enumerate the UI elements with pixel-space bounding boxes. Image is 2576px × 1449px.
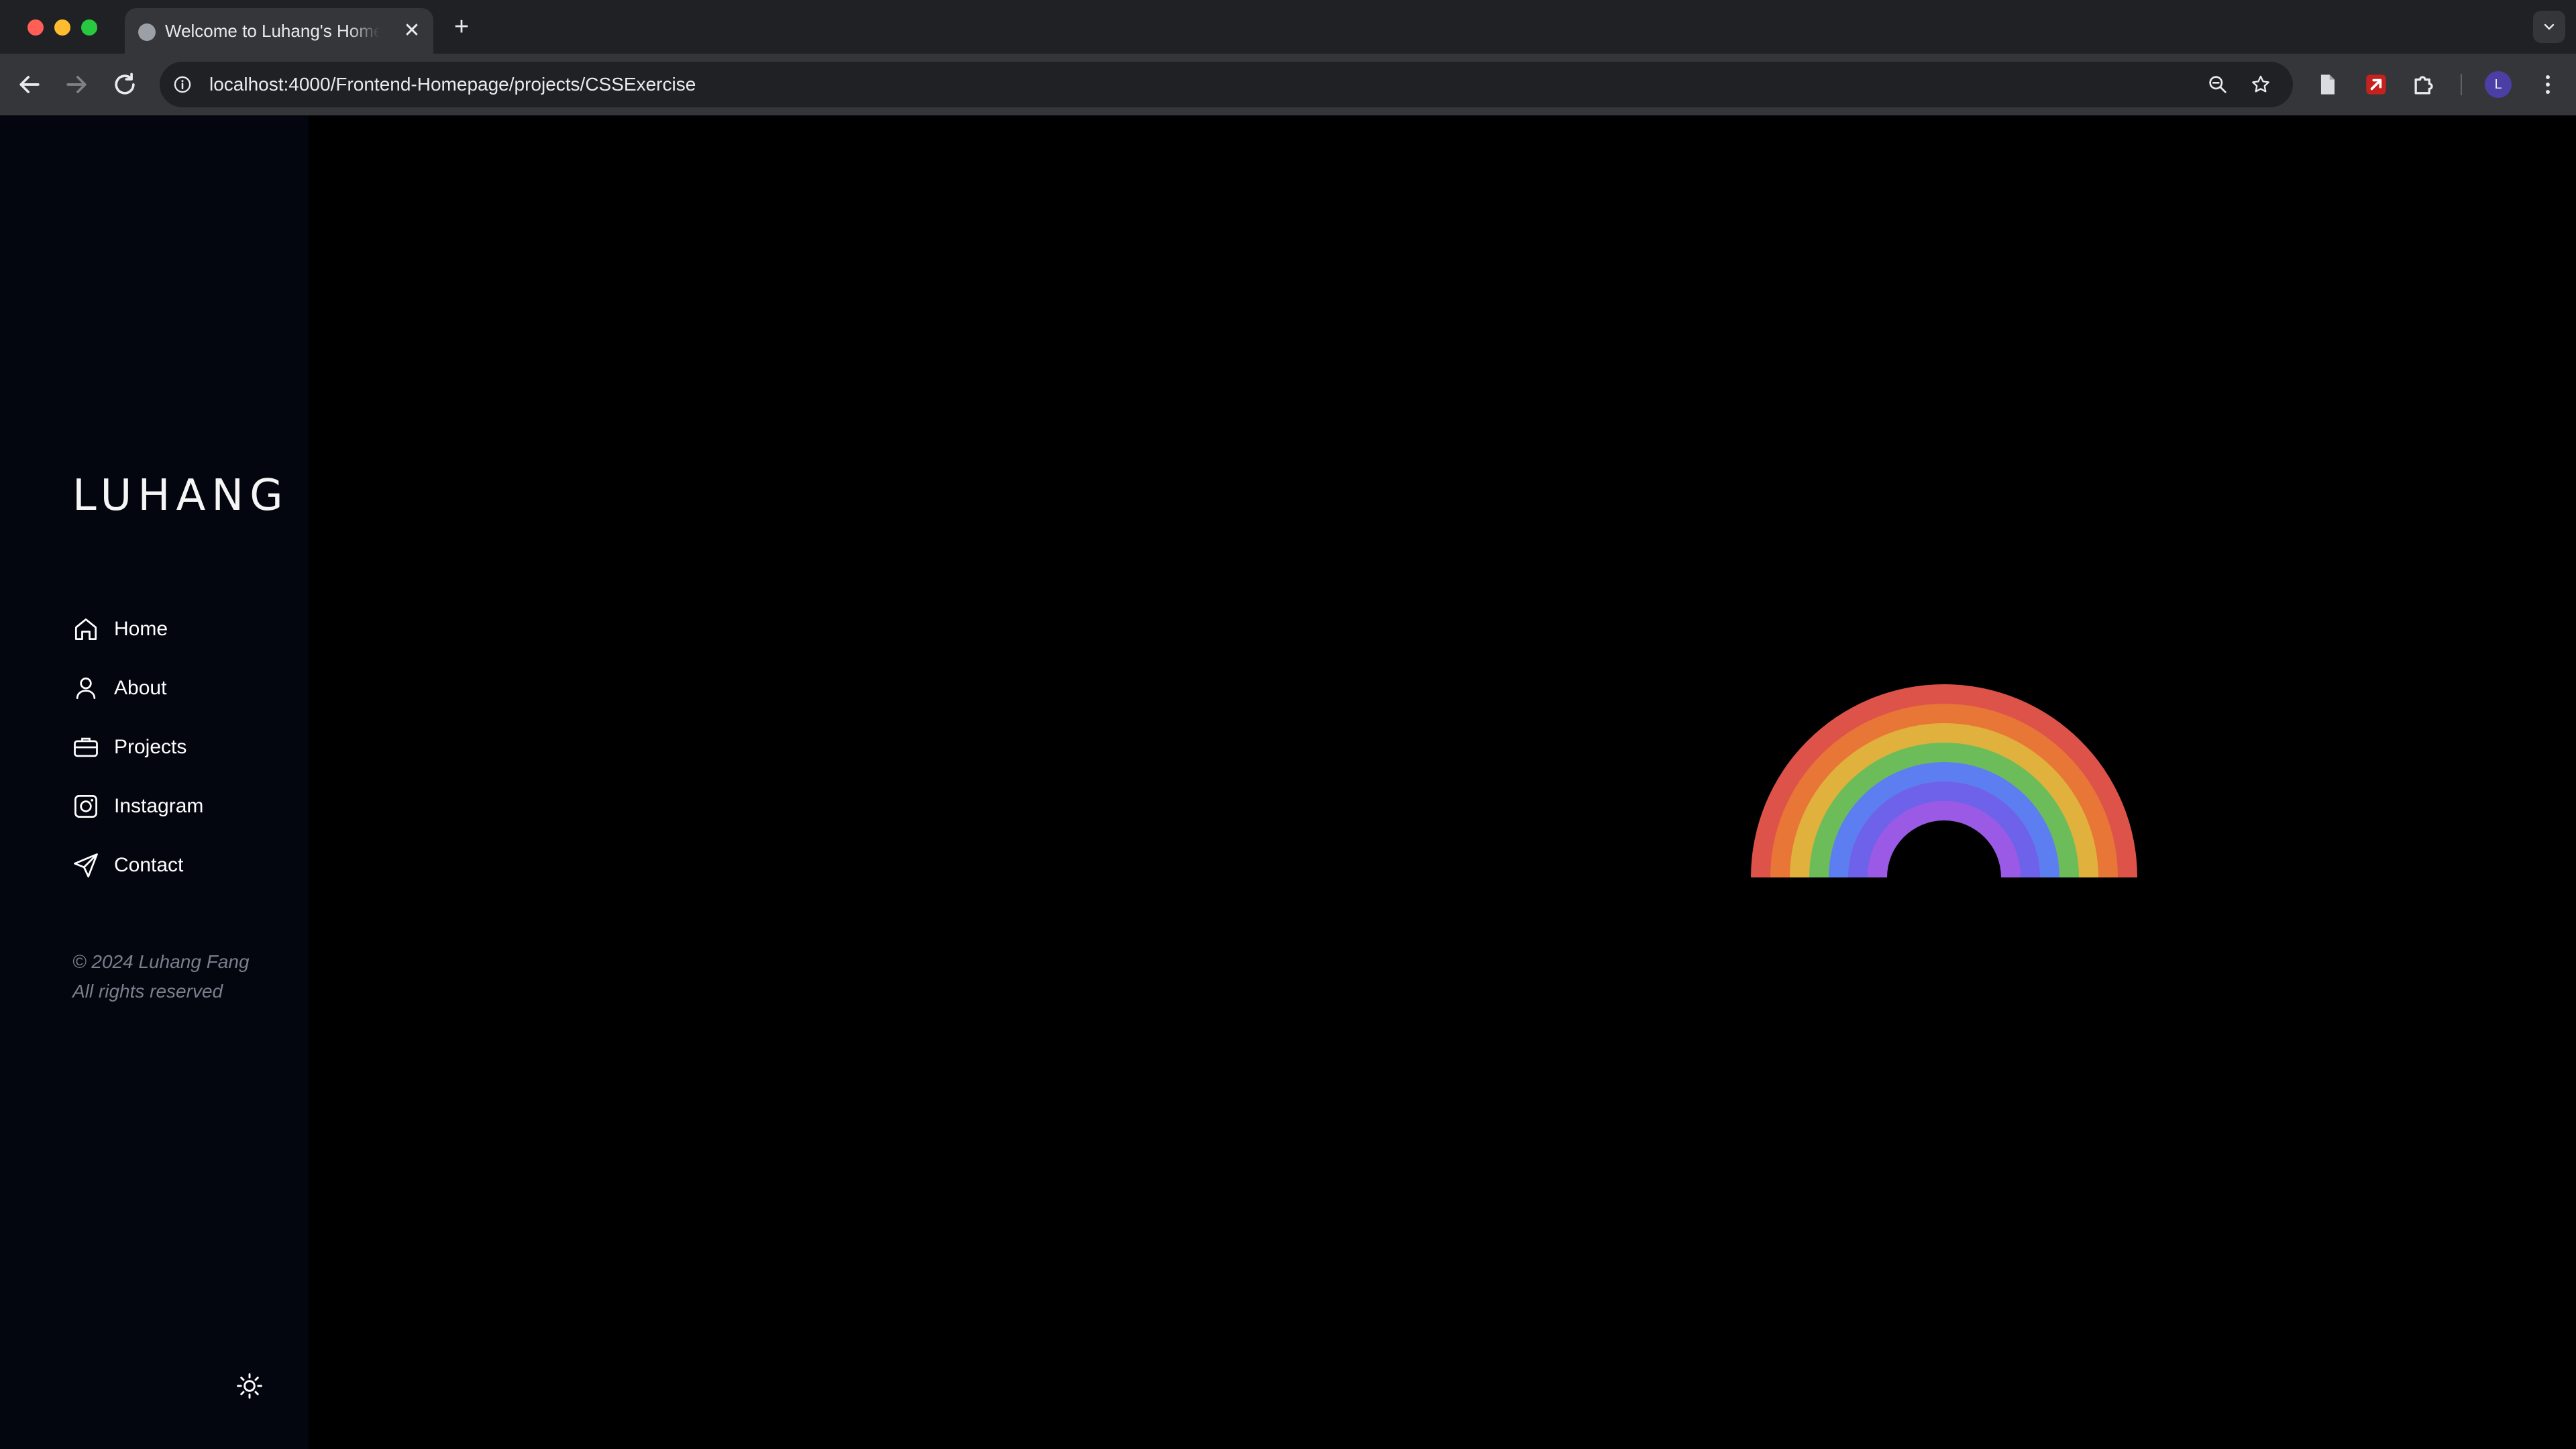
nav-item-instagram[interactable]: Instagram <box>71 777 292 836</box>
bookmark-star-icon[interactable] <box>2250 74 2271 95</box>
browser-menu-button[interactable] <box>2533 70 2563 99</box>
briefcase-icon <box>74 737 98 757</box>
more-vertical-icon <box>2546 75 2550 94</box>
zoom-icon[interactable] <box>2207 74 2229 95</box>
nav-item-home[interactable]: Home <box>71 600 292 659</box>
main-content <box>309 115 2576 1449</box>
site-logo-text[interactable]: LUHANG <box>72 471 289 521</box>
puzzle-icon <box>2414 76 2433 95</box>
extension-red-arrow-button[interactable] <box>2361 70 2391 99</box>
rainbow-graphic <box>1751 684 2137 877</box>
nav-label: Projects <box>114 736 187 758</box>
nav-label: Instagram <box>114 795 204 817</box>
red-arrow-extension-icon <box>2366 74 2386 95</box>
url-text[interactable]: localhost:4000/Frontend-Homepage/project… <box>209 62 696 107</box>
browser-tab-active[interactable]: Welcome to Luhang's Homepage ✕ <box>125 8 433 54</box>
extension-document-button[interactable] <box>2313 70 2343 99</box>
window-close-button[interactable] <box>28 19 44 36</box>
nav-item-about[interactable]: About <box>71 659 292 718</box>
profile-avatar[interactable]: L <box>2485 71 2512 98</box>
nav-item-projects[interactable]: Projects <box>71 718 292 777</box>
back-button[interactable] <box>15 70 44 99</box>
sun-icon <box>237 1373 262 1399</box>
tab-close-icon[interactable]: ✕ <box>400 19 424 43</box>
nav-label: Home <box>114 618 168 640</box>
chevron-down-icon <box>2544 23 2555 30</box>
nav-label: About <box>114 677 167 699</box>
reload-button[interactable] <box>110 70 140 99</box>
rights-line: All rights reserved <box>72 981 223 1002</box>
window-zoom-button[interactable] <box>81 19 97 36</box>
send-icon <box>74 853 98 877</box>
forward-button[interactable] <box>62 70 91 99</box>
theme-toggle-button[interactable] <box>235 1371 264 1401</box>
toolbar-divider <box>2461 74 2462 95</box>
globe-icon <box>138 23 156 41</box>
sidebar: LUHANG Home About Projects Instagram Con… <box>0 115 309 1449</box>
address-bar[interactable]: localhost:4000/Frontend-Homepage/project… <box>160 62 2293 107</box>
window-minimize-button[interactable] <box>54 19 70 36</box>
nav-item-contact[interactable]: Contact <box>71 836 292 895</box>
extensions-button[interactable] <box>2410 70 2439 99</box>
browser-tab-bar: Welcome to Luhang's Homepage ✕ + <box>0 0 2576 54</box>
copyright: © 2024 Luhang Fang All rights reserved <box>72 947 250 1006</box>
reload-icon <box>115 72 135 95</box>
user-icon <box>76 677 96 700</box>
instagram-icon <box>74 795 97 818</box>
arrow-left-icon <box>19 76 40 93</box>
page-viewport: LUHANG Home About Projects Instagram Con… <box>0 115 2576 1449</box>
document-icon <box>2320 74 2335 95</box>
sidebar-nav: Home About Projects Instagram Contact <box>71 600 292 895</box>
tab-search-button[interactable] <box>2533 11 2565 43</box>
nav-label: Contact <box>114 854 184 876</box>
arrow-right-icon <box>66 76 87 93</box>
home-icon <box>74 618 97 641</box>
new-tab-button[interactable]: + <box>448 13 475 40</box>
copyright-line: © 2024 Luhang Fang <box>72 951 250 972</box>
tab-title: Welcome to Luhang's Homepage <box>165 21 380 41</box>
browser-toolbar: localhost:4000/Frontend-Homepage/project… <box>0 54 2576 115</box>
site-info-icon[interactable] <box>173 75 192 94</box>
